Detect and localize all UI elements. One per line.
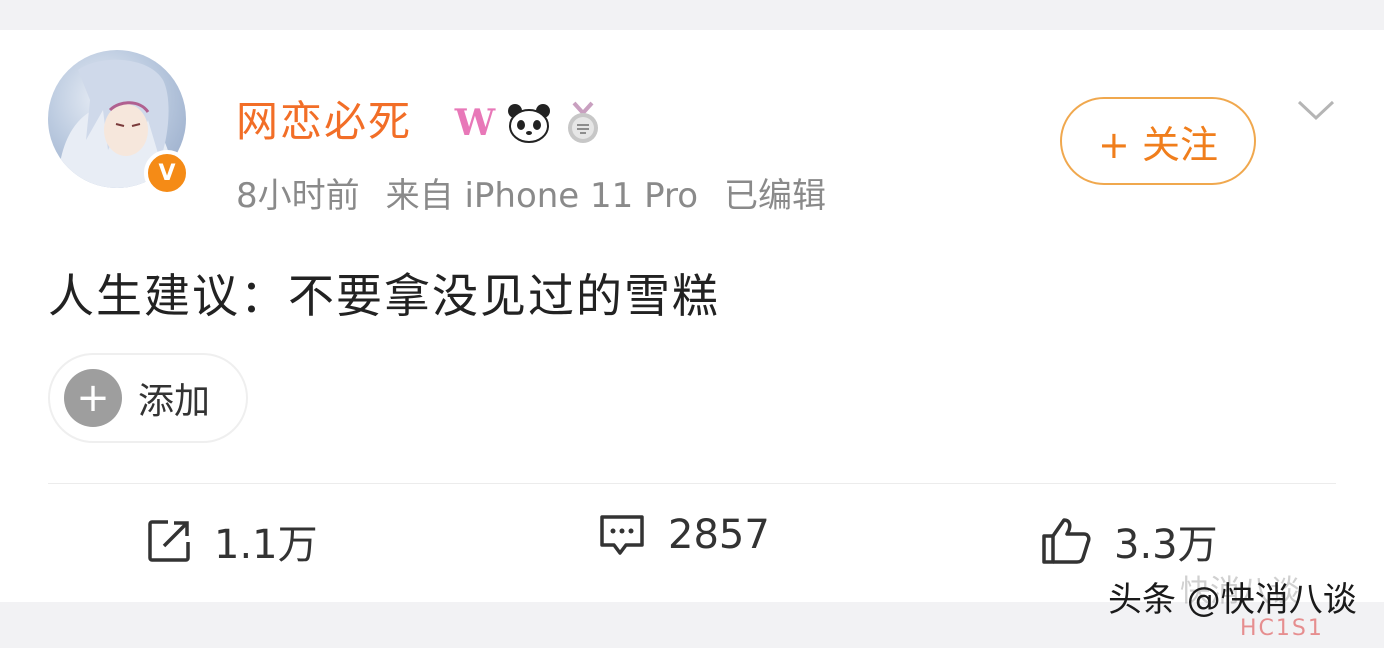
watermark-text: 头条 @快消八谈 [1108,580,1357,620]
follow-button[interactable]: + 关注 [1060,97,1256,185]
username[interactable]: 网恋必死 [236,98,412,146]
svg-text:W: W [454,103,496,143]
like-count: 3.3万 [1114,522,1218,568]
like-action[interactable]: 3.3万 [1040,512,1218,570]
add-button-label: 添加 [138,381,211,422]
comment-count: 2857 [668,512,770,558]
repost-icon [148,520,190,562]
watermark-small-text: HC1S1 [1240,616,1324,641]
post-text: 人生建议：不要拿没见过的雪糕 [48,269,720,323]
thumbs-up-icon [1042,518,1091,564]
comment-action[interactable]: 2857 [598,512,770,558]
repost-count: 1.1万 [214,522,318,568]
plus-icon: + [64,369,122,427]
medal-icon[interactable] [560,100,606,146]
repost-action[interactable]: 1.1万 [146,512,318,570]
chevron-down-icon[interactable] [1296,98,1336,122]
post-source: 来自 iPhone 11 Pro [385,176,699,216]
comment-icon [600,515,644,555]
verified-badge-icon: V [144,150,190,196]
vip-w-icon[interactable]: W [452,100,498,146]
user-badges: W [452,100,606,146]
edited-label[interactable]: 已编辑 [724,176,826,216]
panda-icon[interactable] [506,100,552,146]
add-button[interactable]: + 添加 [48,353,248,443]
post-time: 8小时前 [236,176,360,216]
divider [48,483,1336,484]
post-meta: 8小时前 来自 iPhone 11 Pro 已编辑 [236,176,852,216]
